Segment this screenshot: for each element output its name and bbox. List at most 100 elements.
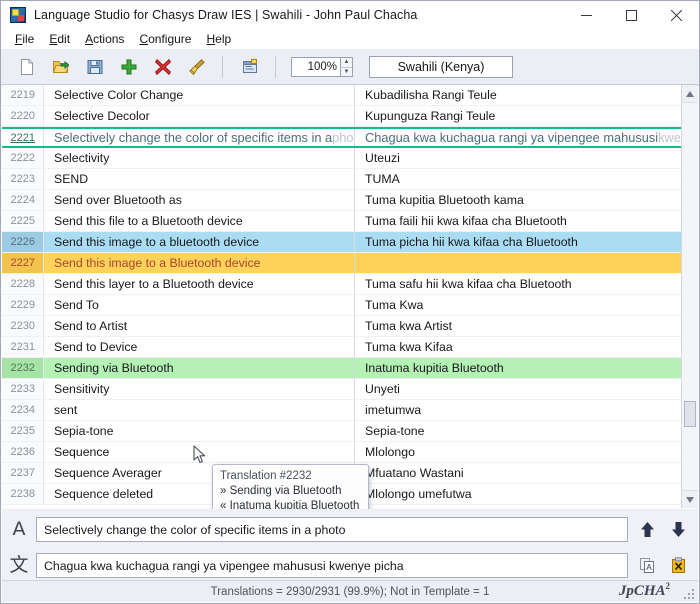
menu-configure[interactable]: Configure [132,30,199,48]
zoom-stepper-up[interactable]: ▲ [341,58,352,68]
target-text-input[interactable]: Chagua kwa kuchagua rangi ya vipengee ma… [36,553,628,578]
row-source[interactable]: Selective Decolor [44,106,355,126]
table-row[interactable]: 2233 Sensitivity Unyeti [2,379,681,400]
row-source[interactable]: SEND [44,169,355,189]
row-target[interactable]: Tuma kwa Kifaa [355,337,681,357]
move-up-button[interactable] [637,519,659,541]
row-source[interactable]: Send to Device [44,337,355,357]
row-target[interactable]: Mlolongo [355,442,681,462]
row-source[interactable]: Send this file to a Bluetooth device [44,211,355,231]
table-row[interactable]: 2227 Send this image to a Bluetooth devi… [2,253,681,274]
row-target[interactable]: Tuma faili hii kwa kifaa cha Bluetooth [355,211,681,231]
open-export-button[interactable] [45,52,77,82]
zoom-input[interactable]: 100% [291,57,341,77]
language-selector[interactable]: Swahili (Kenya) [369,56,513,78]
add-button[interactable] [113,52,145,82]
row-target[interactable]: Tuma safu hii kwa kifaa cha Bluetooth [355,274,681,294]
table-row[interactable]: 2220 Selective Decolor Kupunguza Rangi T… [2,106,681,127]
scroll-down-button[interactable] [682,490,698,508]
table-row[interactable]: 2225 Send this file to a Bluetooth devic… [2,211,681,232]
zoom-stepper-down[interactable]: ▼ [341,68,352,77]
row-target[interactable]: Uteuzi [355,148,681,168]
menu-help[interactable]: Help [199,30,239,48]
delete-button[interactable] [147,52,179,82]
window-title: Language Studio for Chasys Draw IES | Sw… [34,8,418,22]
scroll-up-button[interactable] [682,85,698,103]
table-row[interactable]: 2236 Sequence Mlolongo [2,442,681,463]
move-down-icon [671,522,685,537]
row-source[interactable]: Send this layer to a Bluetooth device [44,274,355,294]
table-row[interactable]: 2226 Send this image to a bluetooth devi… [2,232,681,253]
table-row[interactable]: 2235 Sepia-tone Sepia-tone [2,421,681,442]
table-row[interactable]: 2230 Send to Artist Tuma kwa Artist [2,316,681,337]
row-target[interactable]: Mfuatano Wastani [355,463,681,483]
row-target[interactable] [355,253,681,273]
row-target[interactable]: Tuma kwa Artist [355,316,681,336]
source-editor-row: A Selectively change the color of specif… [2,514,698,545]
row-source[interactable]: sent [44,400,355,420]
row-id: 2230 [2,316,44,336]
table-row-selected[interactable]: 2221 Selectively change the color of spe… [2,127,681,148]
close-button[interactable] [654,1,699,29]
row-target[interactable]: imetumwa [355,400,681,420]
row-source[interactable]: Send to Artist [44,316,355,336]
row-source[interactable]: Selectivity [44,148,355,168]
row-target[interactable]: Sepia-tone [355,421,681,441]
menu-file[interactable]: File [8,30,42,48]
row-source[interactable]: Sepia-tone [44,421,355,441]
move-down-button[interactable] [667,519,689,541]
auto-translate-button[interactable] [667,555,689,577]
table-row[interactable]: 2222 Selectivity Uteuzi [2,148,681,169]
row-id: 2223 [2,169,44,189]
row-source-text: Selectively change the color of specific… [54,130,333,145]
row-target[interactable]: Inatuma kupitia Bluetooth [355,358,681,378]
row-id: 2231 [2,337,44,357]
scrollbar-thumb[interactable] [684,401,696,427]
save-button[interactable] [79,52,111,82]
row-source[interactable]: Selective Color Change [44,85,355,105]
table-row[interactable]: 2219 Selective Color Change Kubadilisha … [2,85,681,106]
clean-broom-button[interactable] [181,52,213,82]
row-target[interactable]: Tuma picha hii kwa kifaa cha Bluetooth [355,232,681,252]
row-source[interactable]: Send over Bluetooth as [44,190,355,210]
row-source[interactable]: Sending via Bluetooth [44,358,355,378]
table-row[interactable]: 2232 Sending via Bluetooth Inatuma kupit… [2,358,681,379]
row-source-clipped: photo [332,130,354,145]
table-row[interactable]: 2234 sent imetumwa [2,400,681,421]
row-id: 2229 [2,295,44,315]
row-source[interactable]: Sensitivity [44,379,355,399]
table-row[interactable]: 2224 Send over Bluetooth as Tuma kupitia… [2,190,681,211]
resize-grip[interactable] [684,589,694,599]
row-target[interactable]: Kubadilisha Rangi Teule [355,85,681,105]
row-source[interactable]: Send this image to a Bluetooth device [44,253,355,273]
row-source[interactable]: Selectively change the color of specific… [44,129,355,146]
toolbar: 100% ▲ ▼ Swahili (Kenya) SOFTOGLOBE.CO S… [1,49,699,118]
status-bar: Translations = 2930/2931 (99.9%); Not in… [2,580,698,602]
vertical-scrollbar[interactable] [681,85,698,508]
table-row[interactable]: 2228 Send this layer to a Bluetooth devi… [2,274,681,295]
minimize-button[interactable] [564,1,609,29]
row-source[interactable]: Send To [44,295,355,315]
table-row[interactable]: 2231 Send to Device Tuma kwa Kifaa [2,337,681,358]
grid-scroll-area[interactable]: 2219 Selective Color Change Kubadilisha … [2,85,681,508]
row-source[interactable]: Sequence [44,442,355,462]
zoom-stepper[interactable]: ▲ ▼ [341,57,353,77]
row-target-text: Chagua kwa kuchagua rangi ya vipengee ma… [365,130,659,145]
copy-source-button[interactable]: A [637,555,659,577]
maximize-button[interactable] [609,1,654,29]
new-document-button[interactable] [11,52,43,82]
table-row[interactable]: 2223 SEND TUMA [2,169,681,190]
row-source[interactable]: Send this image to a bluetooth device [44,232,355,252]
properties-button[interactable] [234,52,266,82]
row-target[interactable]: TUMA [355,169,681,189]
row-target[interactable]: Tuma kupitia Bluetooth kama [355,190,681,210]
row-target[interactable]: Unyeti [355,379,681,399]
source-text-input[interactable]: Selectively change the color of specific… [36,517,628,542]
menu-actions[interactable]: Actions [78,30,132,48]
row-target[interactable]: Chagua kwa kuchagua rangi ya vipengee ma… [355,129,681,146]
row-target[interactable]: Kupunguza Rangi Teule [355,106,681,126]
row-target[interactable]: Mlolongo umefutwa [355,484,681,504]
menu-edit[interactable]: Edit [42,30,78,48]
table-row[interactable]: 2229 Send To Tuma Kwa [2,295,681,316]
row-target[interactable]: Tuma Kwa [355,295,681,315]
